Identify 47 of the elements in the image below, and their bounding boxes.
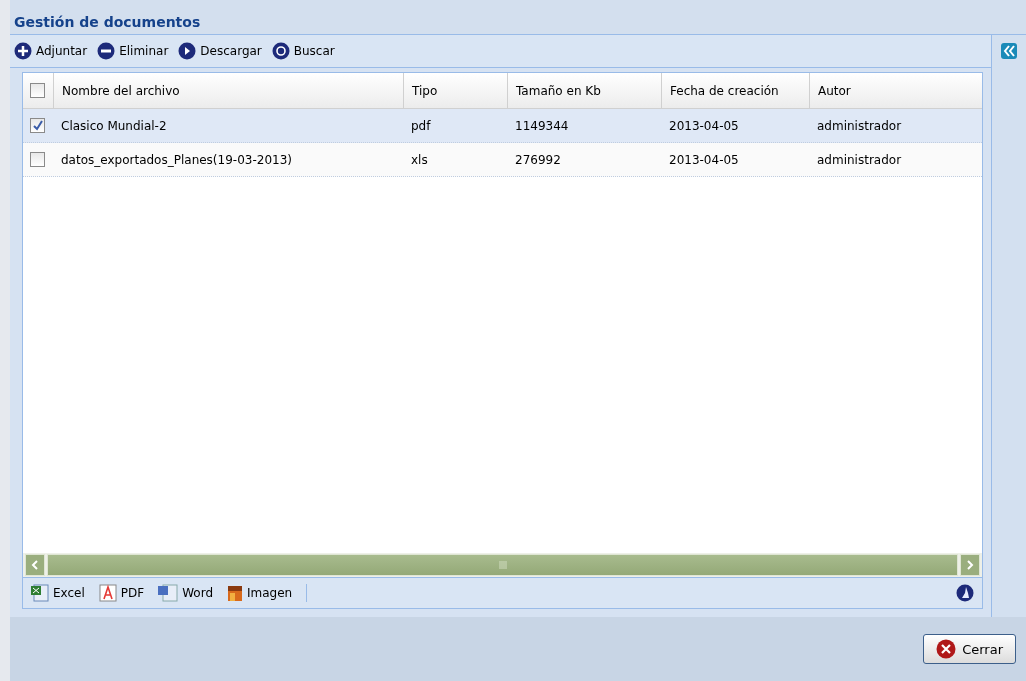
column-header[interactable]: Autor [809,73,982,108]
table-cell-text: administrador [816,152,903,167]
document-icon [158,584,179,602]
toolbar-button[interactable]: Eliminar [97,42,169,60]
export-button[interactable]: PDF [98,584,145,602]
checkbox[interactable] [30,152,45,167]
table-cell-text: 276992 [514,152,562,167]
chevron-left-icon [31,560,39,570]
close-icon [936,639,957,659]
column-header[interactable]: Tamaño en Kb [507,73,661,108]
column-header[interactable]: Tipo [403,73,507,108]
close-button[interactable]: Cerrar [923,634,1016,664]
table-cell-text: 1149344 [514,118,570,133]
broom-icon[interactable] [956,584,974,602]
chevron-right-icon [966,560,974,570]
table-cell-text: Clasico Mundial-2 [60,118,168,133]
export-button[interactable]: Excel [31,584,85,602]
pdf-icon [98,584,117,602]
grip-icon [498,561,507,569]
table-row[interactable]: Clasico Mundial-2 pdf 1149344 2013-04-05 administrador [23,109,982,143]
minus-icon [97,42,116,60]
scrollbar-thumb[interactable] [47,554,958,576]
search-icon [271,42,290,60]
column-header[interactable]: Fecha de creación [661,73,809,108]
checkbox[interactable] [30,83,45,98]
table-cell-text: 2013-04-05 [668,152,740,167]
scroll-right-button[interactable] [960,554,980,576]
table-cell-text: datos_exportados_Planes(19-03-2013) [60,152,293,167]
table-row[interactable]: datos_exportados_Planes(19-03-2013) xls 276992 2013-04-05 administrador [23,143,982,177]
toolbar-button[interactable]: Descargar [178,42,262,60]
toolbar-button[interactable]: Buscar [271,42,335,60]
export-button[interactable]: Word [158,584,214,602]
table-cell-text: 2013-04-05 [668,118,740,133]
collapse-icon[interactable] [1001,43,1017,59]
plus-icon [14,42,32,60]
toolbar-button[interactable]: Adjuntar [14,42,88,60]
export-button[interactable]: Imagen [227,584,293,602]
column-header[interactable]: Nombre del archivo [53,73,403,108]
scroll-left-button[interactable] [25,554,45,576]
checkbox[interactable] [30,118,45,133]
image-icon [227,584,244,602]
download-icon [178,42,197,60]
table-cell-text: xls [410,152,429,167]
table-cell-text: administrador [816,118,903,133]
window-title: Gestión de documentos [10,0,1026,34]
table-cell-text: pdf [410,118,432,133]
spreadsheet-icon [31,584,49,602]
